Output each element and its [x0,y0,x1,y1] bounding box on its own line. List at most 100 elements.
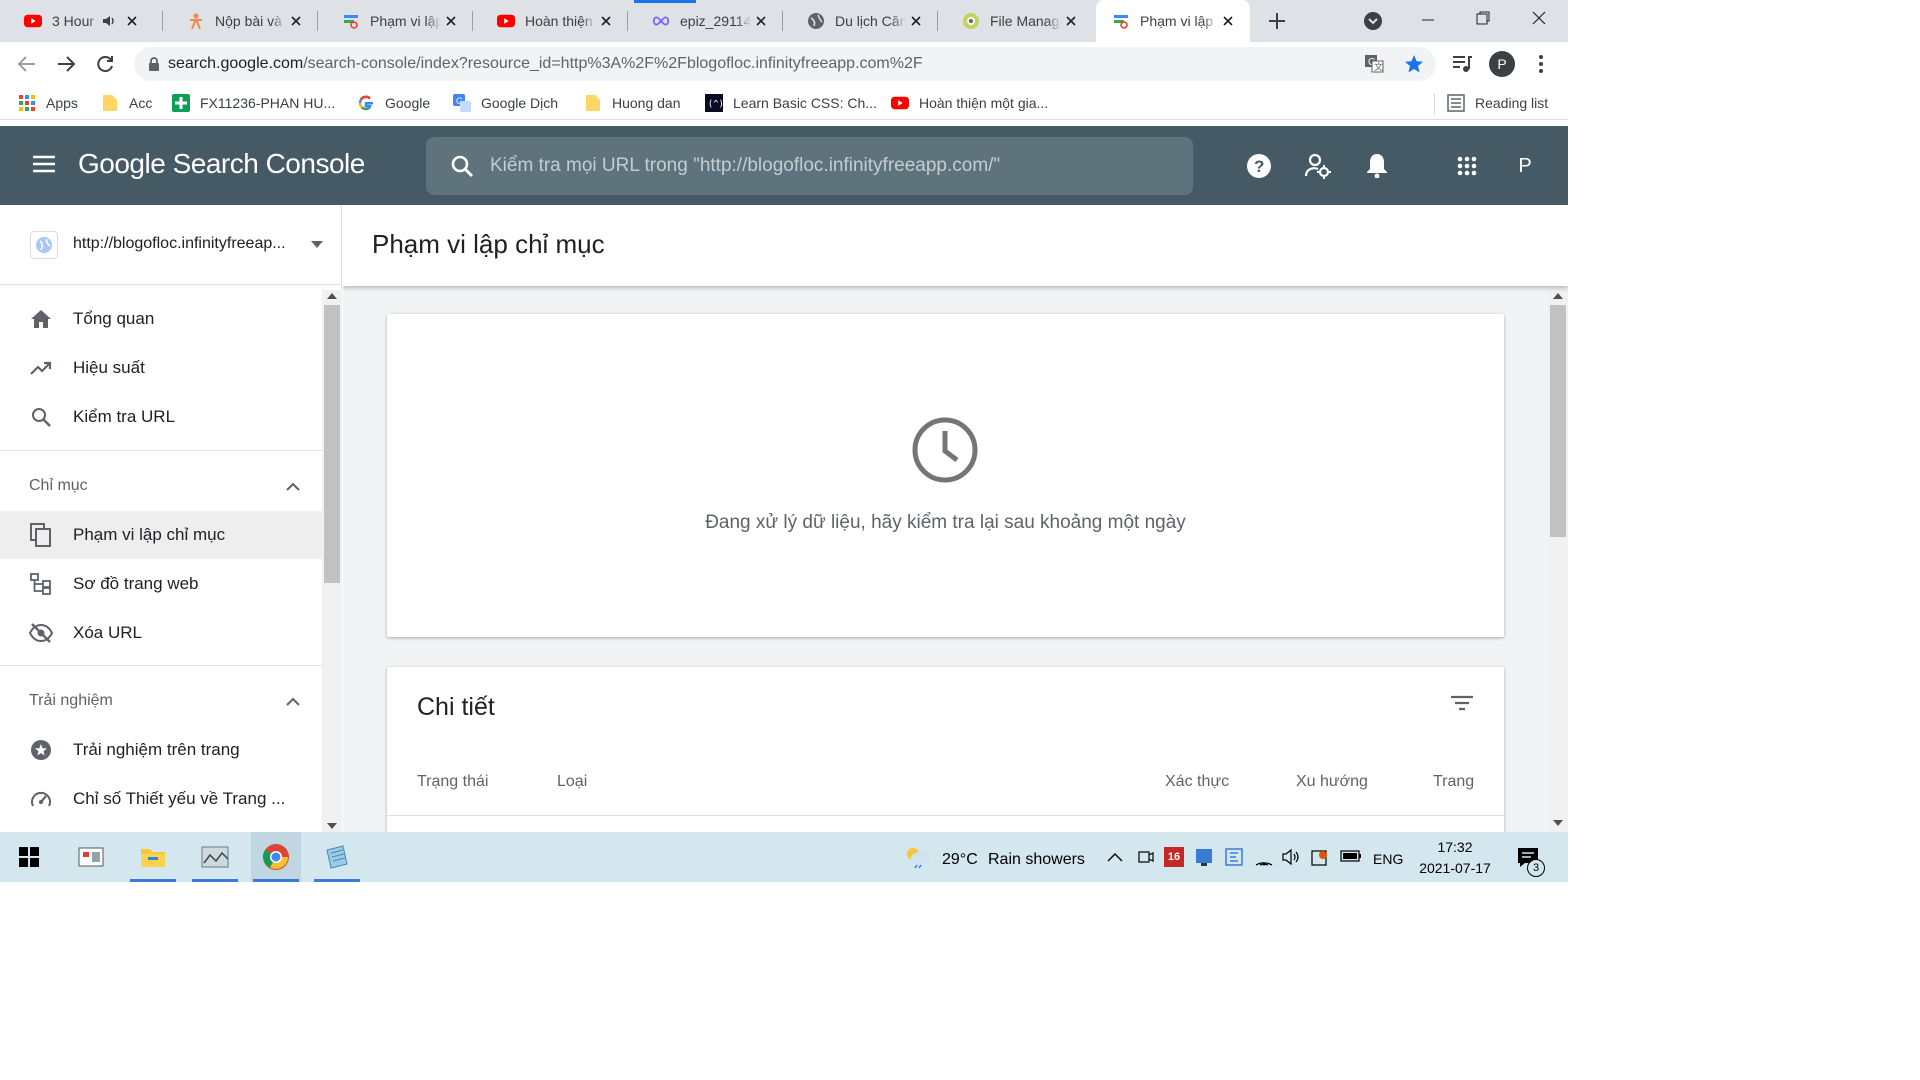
menu-hamburger-icon[interactable] [32,154,56,174]
bookmarks-bar: Apps Acc FX11236-PHAN HU... Google G Goo… [0,86,1568,120]
browser-tab[interactable]: epiz_29114 [628,0,783,42]
nav-removals[interactable]: Xóa URL [0,609,322,657]
bookmark-star-icon[interactable] [1403,53,1425,75]
tray-editor-icon[interactable] [1224,847,1244,867]
column-header-type[interactable]: Loại [557,773,587,791]
forward-arrow-icon[interactable] [55,53,77,75]
close-tab-icon[interactable] [596,11,616,31]
url-inspection-search[interactable]: Kiểm tra mọi URL trong "http://blogofloc… [426,137,1193,195]
column-header-pages[interactable]: Trang [1433,773,1474,791]
nav-overview[interactable]: Tổng quan [0,295,322,343]
bookmark-item[interactable]: FX11236-PHAN HU... [172,92,335,114]
show-hidden-icons-chevron-icon[interactable] [1107,852,1123,862]
system-clock[interactable]: 17:32 2021-07-17 [1410,837,1500,879]
nav-core-web-vitals[interactable]: Chỉ số Thiết yếu về Trang ... [0,775,322,823]
translate-page-icon[interactable]: G文 [1364,54,1384,74]
sidebar-scroll-thumb[interactable] [324,305,340,583]
column-header-status[interactable]: Trạng thái [417,773,488,791]
close-tab-icon[interactable] [751,11,771,31]
browser-tab[interactable]: Du lịch Căn [783,0,938,42]
property-selector[interactable]: http://blogofloc.infinityfreeap... [0,205,342,285]
input-language[interactable]: ENG [1373,851,1403,867]
snipping-tool-icon[interactable] [190,832,240,882]
product-title[interactable]: Google Search Console [78,148,365,180]
browser-tab-active[interactable]: Phạm vi lập [1096,0,1250,42]
close-tab-icon[interactable] [122,11,142,31]
meet-now-icon[interactable] [1137,848,1155,866]
browser-tab[interactable]: Nộp bài và [163,0,318,42]
bookmark-item[interactable]: Google [357,92,430,114]
url-path: /search-console/index?resource_id=http%3… [303,55,923,72]
weather-rain-icon[interactable] [903,845,931,869]
bookmark-item[interactable]: (^) Learn Basic CSS: Ch... [705,92,877,114]
browser-tab[interactable]: Hoàn thiện [473,0,628,42]
scroll-up-arrow-icon[interactable] [327,293,337,299]
reload-icon[interactable] [94,53,116,75]
dropdown-arrow-icon[interactable] [311,241,323,248]
address-bar[interactable]: search.google.com/search-console/index?r… [134,47,1436,81]
main-scrollbar[interactable] [1548,287,1568,832]
close-tab-icon[interactable] [441,11,461,31]
user-settings-icon[interactable] [1304,152,1332,180]
section-index-toggle[interactable]: Chỉ mục [0,462,322,510]
battery-icon[interactable] [1340,849,1362,863]
close-tab-icon[interactable] [286,11,306,31]
tray-display-icon[interactable] [1194,847,1214,867]
bookmark-item[interactable]: Apps [18,92,78,114]
chrome-taskbar-icon[interactable] [251,832,301,882]
main-scroll-thumb[interactable] [1550,305,1566,537]
browser-tab[interactable]: File Manage [938,0,1093,42]
nav-sitemaps[interactable]: Sơ đồ trang web [0,560,322,608]
new-tab-plus-icon[interactable] [1266,10,1288,32]
close-tab-icon[interactable] [1061,11,1081,31]
filter-list-icon[interactable] [1451,695,1473,711]
notepad-app-icon[interactable] [312,832,362,882]
browser-tab[interactable]: 3 Hour [0,0,163,42]
search-icon[interactable] [450,154,474,178]
property-globe-icon [30,231,58,259]
section-experience-toggle[interactable]: Trải nghiệm [0,677,322,725]
profile-avatar[interactable]: P [1489,51,1515,77]
bookmark-item[interactable]: G Google Dịch [453,92,558,114]
url-text[interactable]: search.google.com/search-console/index?r… [168,55,923,73]
close-tab-icon[interactable] [1218,11,1238,31]
sidebar-scrollbar[interactable] [322,290,342,832]
tray-app-badge[interactable]: 16 [1164,847,1184,867]
window-minimize-icon[interactable] [1420,12,1436,28]
close-tab-icon[interactable] [906,11,926,31]
tab-search-icon[interactable] [1363,11,1383,31]
lock-icon[interactable] [148,56,160,72]
windows-start-icon[interactable] [4,832,54,882]
bookmark-item[interactable]: Huong dan [584,92,681,114]
speaker-icon[interactable] [102,14,118,28]
speed-gauge-icon [29,787,53,811]
column-header-trend[interactable]: Xu hướng [1296,773,1368,791]
task-view-app-icon[interactable] [66,832,116,882]
notifications-bell-icon[interactable] [1366,152,1388,178]
details-title: Chi tiết [417,693,495,721]
account-avatar[interactable]: P [1510,152,1540,180]
nav-performance[interactable]: Hiệu suất [0,344,322,392]
back-arrow-icon[interactable] [16,53,38,75]
bookmark-item[interactable]: Hoàn thiện một gia... [891,92,1048,114]
volume-icon[interactable] [1281,848,1301,866]
media-control-icon[interactable] [1451,54,1473,74]
column-header-validation[interactable]: Xác thực [1165,773,1229,791]
nav-index-coverage[interactable]: Phạm vi lập chỉ mục [0,511,322,559]
help-icon[interactable]: ? [1246,153,1272,179]
chrome-menu-icon[interactable] [1538,54,1544,74]
window-close-icon[interactable] [1531,10,1547,26]
scroll-up-arrow-icon[interactable] [1553,293,1563,299]
wifi-icon[interactable] [1254,848,1274,866]
browser-tab[interactable]: Phạm vi lập [318,0,473,42]
reading-list-button[interactable]: Reading list [1447,92,1548,114]
nav-url-inspection[interactable]: Kiểm tra URL [0,393,322,441]
scroll-down-arrow-icon[interactable] [1553,820,1563,826]
window-restore-icon[interactable] [1475,10,1491,26]
file-explorer-icon[interactable] [128,832,178,882]
scroll-down-arrow-icon[interactable] [327,823,337,829]
tray-clipboard-icon[interactable] [1310,847,1330,867]
bookmark-item[interactable]: Acc [101,92,152,114]
nav-page-experience[interactable]: Trải nghiệm trên trang [0,726,322,774]
google-apps-icon[interactable] [1457,156,1477,176]
